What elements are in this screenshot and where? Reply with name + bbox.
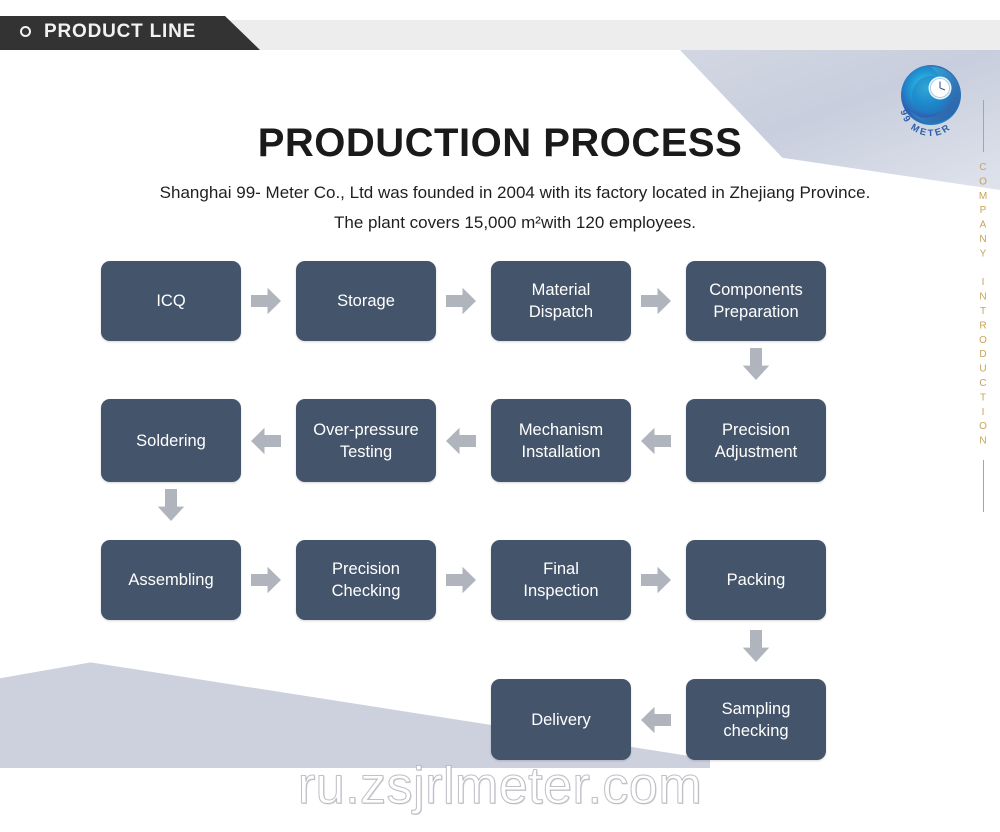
flow-arrow-right-icon bbox=[446, 566, 476, 594]
flow-node-label: Final Inspection bbox=[523, 560, 599, 600]
flow-node-label: Packing bbox=[726, 571, 786, 589]
flow-arrow-right-icon bbox=[641, 287, 671, 315]
flow-node-label: Material Dispatch bbox=[528, 281, 594, 321]
flow-node-sampling-checking[interactable]: Sampling checking bbox=[686, 679, 826, 760]
flow-node-label: Delivery bbox=[531, 710, 591, 729]
flow-node-material-dispatch[interactable]: Material Dispatch bbox=[491, 261, 631, 341]
flow-node-label: Precision Checking bbox=[331, 560, 401, 600]
flow-node-over-pressure-testing[interactable]: Over-pressure Testing bbox=[296, 399, 436, 482]
flow-arrow-down-icon bbox=[157, 489, 185, 521]
flow-node-icq[interactable]: ICQ bbox=[101, 261, 241, 341]
flow-node-mechanism-installation[interactable]: Mechanism Installation bbox=[491, 399, 631, 482]
flow-arrow-down-icon bbox=[742, 348, 770, 380]
page-root: PRODUCT LINE 99 METER COMPANY INTRODUCTI… bbox=[0, 0, 1000, 832]
flow-arrow-right-icon bbox=[641, 566, 671, 594]
flow-node-precision-adjustment[interactable]: Precision Adjustment bbox=[686, 399, 826, 482]
flow-arrow-left-icon bbox=[251, 427, 281, 455]
flow-arrow-right-icon bbox=[251, 566, 281, 594]
flow-node-label: ICQ bbox=[156, 292, 186, 310]
flow-node-label: Sampling checking bbox=[721, 699, 791, 740]
flow-node-label: Storage bbox=[337, 292, 395, 310]
production-process-flowchart: ICQ Storage Material Dispatch Components… bbox=[0, 0, 1000, 832]
flow-node-label: Over-pressure Testing bbox=[313, 420, 419, 461]
flow-node-label: Components Preparation bbox=[709, 281, 803, 321]
flow-node-assembling[interactable]: Assembling bbox=[101, 540, 241, 620]
flow-node-delivery[interactable]: Delivery bbox=[491, 679, 631, 760]
flow-arrow-left-icon bbox=[446, 427, 476, 455]
flow-arrow-right-icon bbox=[251, 287, 281, 315]
flow-arrow-left-icon bbox=[641, 706, 671, 734]
flow-node-storage[interactable]: Storage bbox=[296, 261, 436, 341]
flow-node-label: Precision Adjustment bbox=[714, 420, 798, 461]
flow-node-components-preparation[interactable]: Components Preparation bbox=[686, 261, 826, 341]
flow-node-final-inspection[interactable]: Final Inspection bbox=[491, 540, 631, 620]
site-watermark: ru.zsjrlmeter.com bbox=[297, 757, 703, 816]
flow-node-precision-checking[interactable]: Precision Checking bbox=[296, 540, 436, 620]
flow-node-packing[interactable]: Packing bbox=[686, 540, 826, 620]
flow-arrow-down-icon bbox=[742, 630, 770, 662]
flow-arrow-left-icon bbox=[641, 427, 671, 455]
flow-node-label: Soldering bbox=[136, 431, 206, 450]
flow-node-label: Assembling bbox=[128, 571, 214, 589]
flow-node-label: Mechanism Installation bbox=[518, 420, 604, 461]
flow-arrow-right-icon bbox=[446, 287, 476, 315]
flow-node-soldering[interactable]: Soldering bbox=[101, 399, 241, 482]
